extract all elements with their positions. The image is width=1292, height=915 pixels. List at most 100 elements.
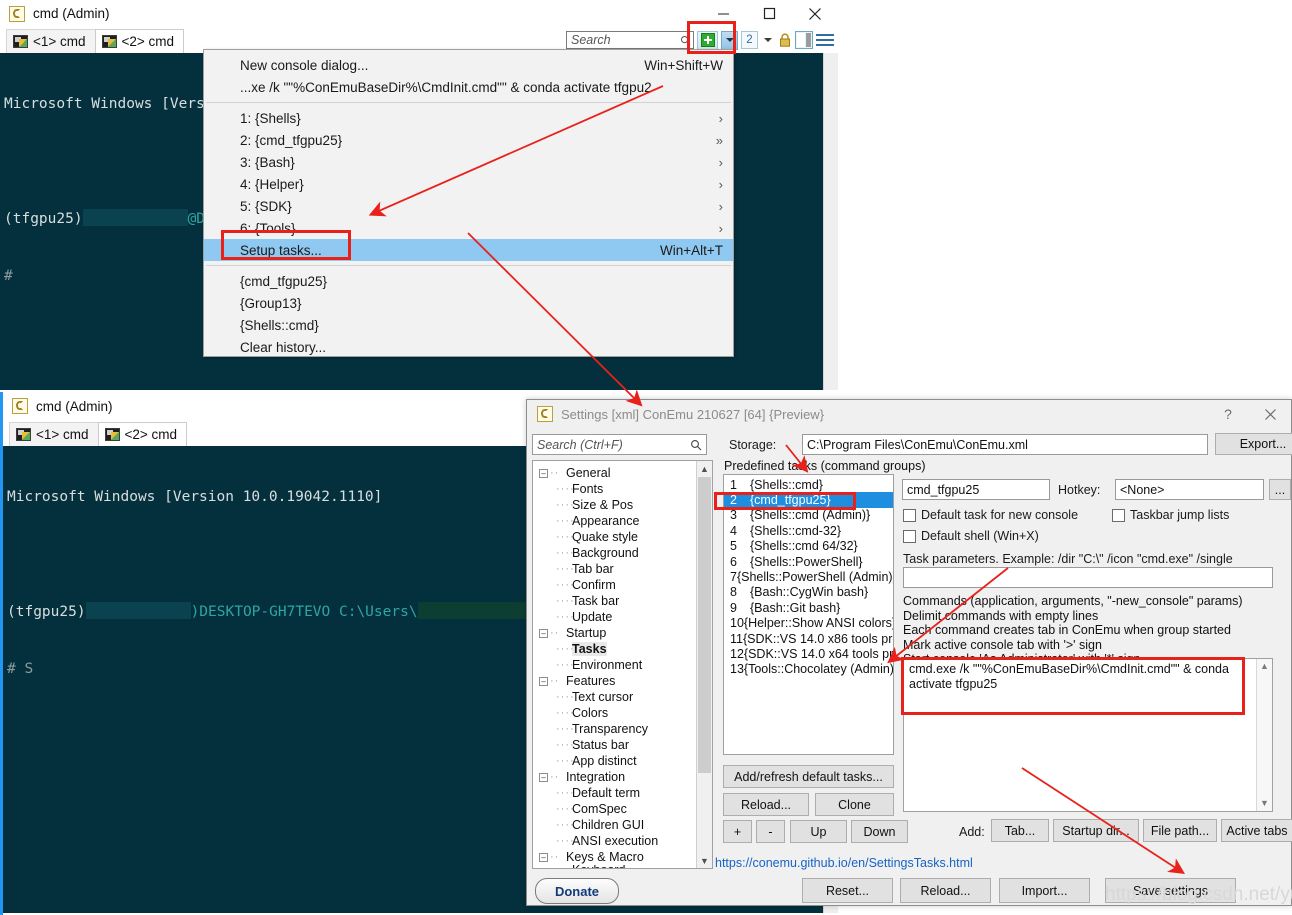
predefined-tasks-list[interactable]: 1 {Shells::cmd} 2 {cmd_tfgpu25} 3 {Shells::… (723, 474, 894, 755)
task-row[interactable]: 11{SDK::VS 14.0 x86 tools promp (724, 631, 893, 646)
tree-node-startup[interactable]: – ·· Startup (539, 625, 712, 641)
menu-item-sdk[interactable]: 5: {SDK} › (204, 195, 733, 217)
tree-node-size-pos[interactable]: ···· Size & Pos (539, 497, 712, 513)
default-task-checkbox[interactable]: Default task for new console (903, 508, 1078, 522)
scrollbar-thumb[interactable] (698, 477, 711, 773)
tree-node-app-distinct[interactable]: ···· App distinct (539, 753, 712, 769)
task-row[interactable]: 10 {Helper::Show ANSI colors} (724, 616, 893, 631)
console-tab-2[interactable]: <2> cmd (94, 29, 185, 53)
task-parameters-input[interactable] (903, 567, 1273, 588)
commands-scrollbar[interactable]: ▲ ▼ (1256, 659, 1272, 811)
task-row[interactable]: 7 {Shells::PowerShell (Admin)} (724, 569, 893, 584)
checkbox-box[interactable] (1112, 508, 1125, 522)
settings-tasks-help-link[interactable]: https://conemu.github.io/en/SettingsTask… (715, 856, 973, 870)
menu-item-tools[interactable]: 6: {Tools} › (204, 217, 733, 239)
reload-settings-button[interactable]: Reload... (900, 878, 991, 903)
task-row[interactable]: 6 {Shells::PowerShell} (724, 554, 893, 569)
new-console-button[interactable] (697, 30, 718, 50)
tree-node-keyboard[interactable]: ····Keyboard (539, 865, 712, 868)
hamburger-menu-button[interactable] (816, 31, 834, 49)
console-tab-1[interactable]: <1> cmd (9, 422, 99, 446)
clone-task-button[interactable]: Clone (815, 793, 894, 816)
titlebar-top[interactable]: cmd (Admin) (0, 0, 838, 27)
checkbox-box[interactable] (903, 508, 916, 522)
hotkey-input[interactable]: <None> (1115, 479, 1264, 500)
task-row[interactable]: 5 {Shells::cmd 64/32} (724, 539, 893, 554)
console-scrollbar[interactable] (823, 53, 838, 390)
menu-item-setup-tasks[interactable]: Setup tasks... Win+Alt+T (204, 239, 733, 261)
menu-item-clear-history[interactable]: Clear history... (204, 336, 733, 358)
tree-node-children-gui[interactable]: ···· Children GUI (539, 817, 712, 833)
menu-item-helper[interactable]: 4: {Helper} › (204, 173, 733, 195)
tree-items[interactable]: – ·· General ···· Fonts ···· Size & Pos ····… (533, 461, 712, 868)
settings-window-controls[interactable]: ? (1207, 400, 1291, 428)
task-row[interactable]: 1 {Shells::cmd} (724, 477, 893, 492)
maximize-icon[interactable] (746, 0, 792, 27)
tree-node-background[interactable]: ···· Background (539, 545, 712, 561)
task-row-selected[interactable]: 2 {cmd_tfgpu25} (724, 492, 893, 508)
add-tab-button[interactable]: Tab... (991, 819, 1049, 842)
hotkey-browse-button[interactable]: ... (1269, 479, 1291, 500)
menu-item-bash[interactable]: 3: {Bash} › (204, 151, 733, 173)
tree-node-fonts[interactable]: ···· Fonts (539, 481, 712, 497)
add-task-button[interactable]: + (723, 820, 752, 843)
add-refresh-default-tasks-button[interactable]: Add/refresh default tasks... (723, 765, 894, 788)
tree-node-status-bar[interactable]: ···· Status bar (539, 737, 712, 753)
collapse-toggle-icon[interactable]: – (539, 852, 548, 862)
taskbar-jump-lists-checkbox[interactable]: Taskbar jump lists (1112, 508, 1229, 522)
commands-textarea[interactable]: cmd.exe /k ""%ConEmuBaseDir%\CmdInit.cmd… (903, 658, 1273, 812)
tree-node-features[interactable]: – ·· Features (539, 673, 712, 689)
task-row[interactable]: 9 {Bash::Git bash} (724, 600, 893, 615)
tree-node-colors[interactable]: ···· Colors (539, 705, 712, 721)
console-tab-1[interactable]: <1> cmd (6, 29, 96, 53)
reload-tasks-button[interactable]: Reload... (723, 793, 809, 816)
checkbox-box[interactable] (903, 529, 916, 543)
console-count-badge[interactable]: 2 (741, 31, 758, 49)
add-startup-dir-button[interactable]: Startup dir... (1053, 819, 1139, 842)
tree-node-appearance[interactable]: ···· Appearance (539, 513, 712, 529)
split-panel-button[interactable] (795, 31, 813, 49)
close-button[interactable] (1249, 400, 1291, 428)
add-file-path-button[interactable]: File path... (1143, 819, 1217, 842)
task-row[interactable]: 3 {Shells::cmd (Admin)} (724, 508, 893, 523)
menu-item-history-shells-cmd[interactable]: {Shells::cmd} (204, 314, 733, 336)
tree-node-task-bar[interactable]: ···· Task bar (539, 593, 712, 609)
tree-node-general[interactable]: – ·· General (539, 465, 712, 481)
remove-task-button[interactable]: - (756, 820, 785, 843)
collapse-toggle-icon[interactable]: – (539, 676, 548, 686)
menu-item-shells[interactable]: 1: {Shells} › (204, 107, 733, 129)
menu-item-cmd-tfgpu25-group[interactable]: 2: {cmd_tfgpu25} » (204, 129, 733, 151)
new-console-context-menu[interactable]: New console dialog... Win+Shift+W ...xe … (203, 49, 734, 357)
add-active-tabs-button[interactable]: Active tabs (1221, 819, 1292, 842)
scroll-down-icon[interactable]: ▼ (1260, 796, 1269, 811)
tree-node-tasks[interactable]: ···· Tasks (539, 641, 712, 657)
move-task-down-button[interactable]: Down (851, 820, 908, 843)
settings-dialog[interactable]: Settings [xml] ConEmu 210627 [64] {Previ… (526, 399, 1292, 906)
settings-search-input[interactable]: Search (Ctrl+F) (532, 434, 707, 455)
menu-item-history-cmd-tfgpu25[interactable]: {cmd_tfgpu25} (204, 270, 733, 292)
tree-node-keys-macro[interactable]: – ·· Keys & Macro (539, 849, 712, 865)
tree-node-text-cursor[interactable]: ···· Text cursor (539, 689, 712, 705)
tree-node-transparency[interactable]: ···· Transparency (539, 721, 712, 737)
export-button[interactable]: Export... (1215, 433, 1292, 455)
help-button[interactable]: ? (1207, 400, 1249, 428)
console-tab-2[interactable]: <2> cmd (97, 422, 188, 446)
menu-item-new-console-dialog[interactable]: New console dialog... Win+Shift+W (204, 54, 733, 76)
tree-node-integration[interactable]: – ·· Integration (539, 769, 712, 785)
settings-category-tree[interactable]: – ·· General ···· Fonts ···· Size & Pos ····… (532, 460, 713, 869)
tree-node-environment[interactable]: ···· Environment (539, 657, 712, 673)
task-row[interactable]: 8 {Bash::CygWin bash} (724, 585, 893, 600)
search-input[interactable]: Search (566, 31, 694, 49)
minimize-icon[interactable] (700, 0, 746, 27)
window-controls-top[interactable] (700, 0, 838, 27)
console-count-dropdown-button[interactable] (761, 38, 774, 42)
lock-button[interactable] (777, 32, 792, 49)
tree-node-tab-bar[interactable]: ···· Tab bar (539, 561, 712, 577)
tree-node-update[interactable]: ···· Update (539, 609, 712, 625)
menu-item-last-command[interactable]: ...xe /k ""%ConEmuBaseDir%\CmdInit.cmd""… (204, 76, 733, 98)
scroll-up-icon[interactable]: ▲ (1260, 659, 1269, 674)
menu-item-history-group13[interactable]: {Group13} (204, 292, 733, 314)
collapse-toggle-icon[interactable]: – (539, 468, 548, 478)
storage-path-input[interactable]: C:\Program Files\ConEmu\ConEmu.xml (802, 434, 1208, 455)
collapse-toggle-icon[interactable]: – (539, 772, 548, 782)
